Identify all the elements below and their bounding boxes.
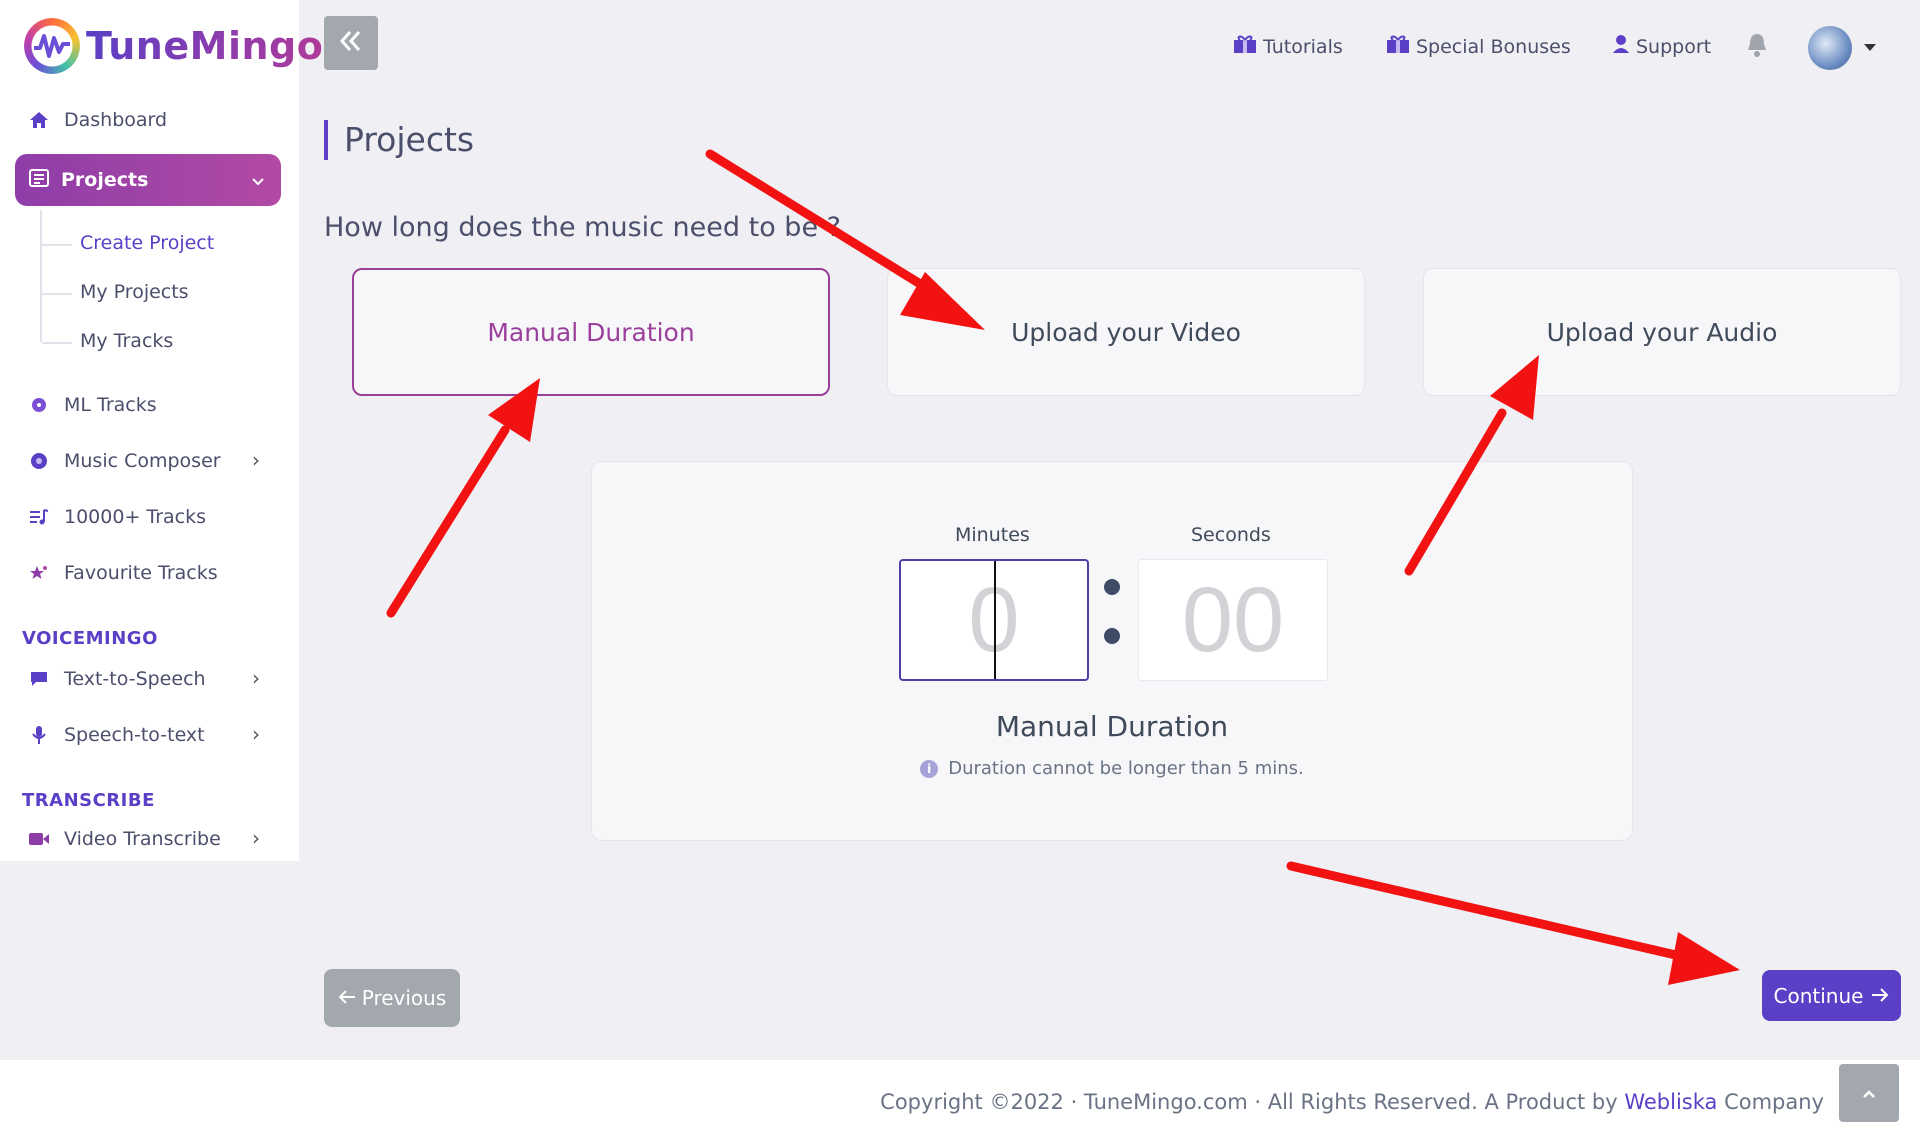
video-camera-icon [28,828,50,850]
sidebar-subitem-create-project[interactable]: Create Project [41,232,214,254]
collapse-sidebar-button[interactable] [324,16,378,70]
copyright-text: Copyright ©2022 · TuneMingo.com · All Ri… [880,1090,1824,1114]
sidebar-item-music-composer[interactable]: Music Composer [28,450,221,472]
star-music-icon [28,562,50,584]
disc-icon [28,450,50,472]
page-title: Projects [324,120,474,160]
topnav-tutorials[interactable]: Tutorials [1233,34,1343,59]
sidebar-item-ml-tracks[interactable]: ML Tracks [28,394,157,416]
topnav-label: Support [1636,35,1712,58]
duration-note: i Duration cannot be longer than 5 mins. [592,758,1632,779]
sidebar-item-projects[interactable]: Projects [15,154,281,206]
submenu-line [40,210,42,342]
brand-name: TuneMingo [86,24,324,68]
double-chevron-left-icon [339,30,363,56]
company-link[interactable]: Webliska [1624,1090,1717,1114]
sidebar-item-label: Speech-to-text [64,724,205,746]
sidebar-item-label: Projects [61,169,149,191]
sidebar-item-label: Music Composer [64,450,221,472]
user-support-icon [1612,34,1630,59]
sidebar-item-label: Text-to-Speech [64,668,206,690]
seconds-label: Seconds [1191,524,1271,546]
continue-label: Continue [1773,983,1864,1008]
sidebar-item-label: Dashboard [64,109,168,131]
sidebar-item-text-to-speech[interactable]: Text-to-Speech [28,668,206,690]
previous-button[interactable]: Previous [324,969,460,1027]
sidebar-item-video-transcribe[interactable]: Video Transcribe [28,828,221,850]
option-upload-audio[interactable]: Upload your Audio [1423,268,1901,396]
sidebar-item-favourite-tracks[interactable]: Favourite Tracks [28,562,218,584]
sidebar-item-label: Favourite Tracks [64,562,218,584]
chevron-down-icon [251,170,265,192]
colon-dot-top [1104,579,1120,595]
brand-logo[interactable]: TuneMingo [24,18,323,74]
duration-question: How long does the music need to be ? [324,212,841,243]
topnav-support[interactable]: Support [1612,34,1711,59]
scroll-to-top-button[interactable] [1839,1064,1899,1122]
info-icon: i [920,760,939,778]
continue-button[interactable]: Continue [1762,970,1901,1021]
chevron-right-icon: › [252,666,260,690]
previous-label: Previous [361,986,447,1010]
list-icon [29,168,49,192]
sidebar-item-dashboard[interactable]: Dashboard [28,109,167,131]
minutes-label: Minutes [955,524,1030,546]
duration-note-text: Duration cannot be longer than 5 mins. [948,758,1304,779]
home-icon [28,109,50,131]
footer: Copyright ©2022 · TuneMingo.com · All Ri… [0,1060,1920,1145]
sidebar-item-speech-to-text[interactable]: Speech-to-text [28,724,205,746]
gift-icon [1386,34,1410,59]
molecule-icon [28,394,50,416]
topnav-label: Tutorials [1263,35,1343,58]
minutes-input[interactable]: 0 [899,559,1089,681]
arrow-left-icon [338,986,356,1010]
text-cursor [994,561,996,679]
topnav-label: Special Bonuses [1416,35,1571,58]
caret-down-icon[interactable] [1864,44,1876,51]
arrow-to-continue [1286,861,1740,985]
sidebar-item-label: ML Tracks [64,394,157,416]
sidebar-item-label: 10000+ Tracks [64,506,207,528]
arrow-to-manual-duration [386,378,540,618]
option-manual-duration[interactable]: Manual Duration [352,268,830,396]
sidebar-subitem-my-projects[interactable]: My Projects [42,281,189,303]
colon-dot-bottom [1104,628,1120,644]
notifications-bell-icon[interactable] [1746,32,1768,58]
chevron-right-icon: › [252,826,260,850]
user-avatar[interactable] [1808,26,1852,70]
logo-mark-icon [24,18,80,74]
sidebar: TuneMingo Dashboard Projects Create Proj… [0,0,323,861]
option-upload-video[interactable]: Upload your Video [887,268,1365,396]
chevron-right-icon: › [252,722,260,746]
sidebar-item-label: Video Transcribe [64,828,221,850]
section-label-voicemingo: VOICEMINGO [22,628,158,649]
duration-panel: Minutes Seconds 0 00 Manual Duration i Du… [591,461,1633,841]
gift-icon [1233,34,1257,59]
section-label-transcribe: TRANSCRIBE [22,790,155,811]
topnav-special-bonuses[interactable]: Special Bonuses [1386,34,1571,59]
arrow-right-icon [1871,984,1889,1008]
microphone-icon [28,724,50,746]
sidebar-item-10000-tracks[interactable]: 10000+ Tracks [28,506,206,528]
chevron-right-icon: › [252,448,260,472]
sidebar-subitem-my-tracks[interactable]: My Tracks [41,330,173,352]
panel-title: Manual Duration [995,710,1229,743]
chevron-up-icon [1862,1084,1876,1103]
chat-icon [28,668,50,690]
playlist-icon [28,506,50,528]
seconds-placeholder: 00 [1181,568,1285,671]
seconds-input[interactable]: 00 [1138,559,1328,681]
